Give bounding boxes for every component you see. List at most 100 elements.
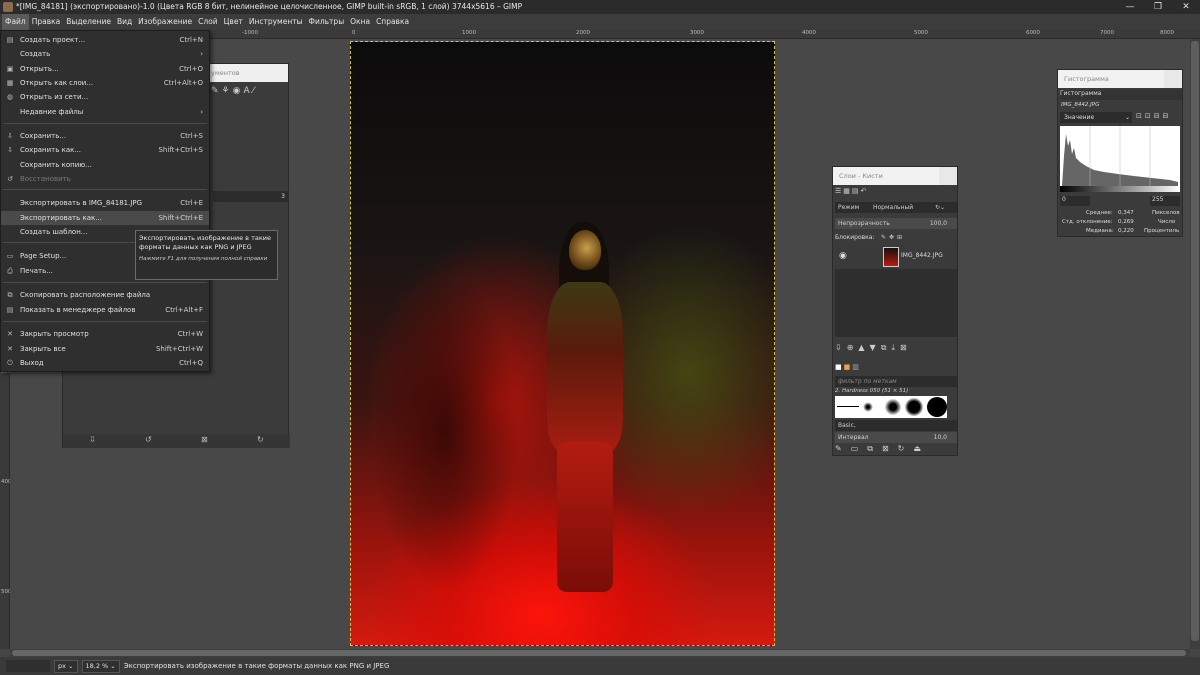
photo-figure-legs: [557, 442, 613, 592]
status-message: Экспортировать изображение в такие форма…: [123, 662, 390, 670]
menu-item-copy-location[interactable]: ⧉ Скопировать расположение файла: [1, 288, 209, 302]
menu-item-create[interactable]: Создать ›: [1, 47, 209, 61]
menu-item-quit[interactable]: ⏻ Выход Ctrl+Q: [1, 356, 209, 370]
window-title: *[IMG_84181] (экспортировано)-1.0 (Цвета…: [16, 2, 523, 11]
brush-hard[interactable]: [927, 397, 947, 417]
save-icon: ⇩: [7, 132, 13, 140]
menu-item-open-location[interactable]: ◍ Открыть из сети...: [1, 90, 209, 104]
ruler-label: -1000: [242, 30, 258, 36]
stat-row: Стд. отклонение: 0,269 Число: [1062, 219, 1176, 225]
layer-thumbnail: [883, 247, 899, 267]
menu-item-export-to[interactable]: Экспортировать в IMG_84181.JPG Ctrl+E: [1, 196, 209, 210]
brush-name: 2. Hardness 050 (51 × 51): [835, 388, 909, 394]
tool-spin-field[interactable]: 3: [213, 191, 289, 202]
unit-select[interactable]: px ⌄: [54, 659, 78, 673]
menu-item-recent[interactable]: Недавние файлы ›: [1, 105, 209, 119]
vertical-scrollbar[interactable]: [1190, 39, 1200, 649]
brush-soft[interactable]: [863, 402, 873, 412]
scroll-thumb[interactable]: [12, 650, 1186, 656]
zoom-select[interactable]: 18,2 % ⌄: [81, 659, 120, 673]
menu-filters[interactable]: Фильтры: [306, 14, 348, 30]
menu-select[interactable]: Выделение: [63, 14, 114, 30]
histogram-channel-select[interactable]: Значение ⌄: [1060, 112, 1132, 123]
menu-edit[interactable]: Правка: [29, 14, 64, 30]
histogram-stats: Среднее: 0,347 Пикселов Стд. отклонение: 0,…: [1062, 209, 1182, 236]
menu-bar: Файл Правка Выделение Вид Изображение Сл…: [0, 14, 1200, 30]
histogram-gradient: [1060, 186, 1180, 192]
menu-colors[interactable]: Цвет: [221, 14, 246, 30]
menu-tools[interactable]: Инструменты: [246, 14, 306, 30]
layers-list[interactable]: ◉ IMG_8442.JPG: [835, 245, 957, 337]
revert-icon: ↺: [7, 175, 13, 183]
reset-icon[interactable]: ↻: [257, 435, 264, 444]
brush-line[interactable]: [837, 406, 859, 407]
minimize-button[interactable]: —: [1116, 0, 1144, 14]
save-preset-icon[interactable]: ⇩: [89, 435, 96, 444]
delete-icon[interactable]: ⊠: [201, 435, 208, 444]
file-menu: ▤ Создать проект... Ctrl+N Создать › ▣ Откры…: [0, 30, 210, 372]
horizontal-scrollbar[interactable]: [10, 649, 1190, 657]
menu-item-save-copy[interactable]: Сохранить копию...: [1, 158, 209, 172]
tool-icons-row[interactable]: ✎⚘◉A⁄: [211, 86, 289, 100]
close-window-button[interactable]: ✕: [1172, 0, 1200, 14]
brush-set-select[interactable]: Basic,: [835, 420, 957, 431]
maximize-button[interactable]: ❐: [1144, 0, 1172, 14]
layer-action-icons[interactable]: ⇩⊕▲▼⧉⤓⊠: [835, 343, 957, 355]
histogram-min-field[interactable]: 0: [1060, 196, 1090, 206]
brush-grid[interactable]: [835, 396, 947, 418]
dock-tab-icons[interactable]: ☰▦▤↶: [835, 187, 957, 198]
layers-brushes-dock: Слои - Кисти ☰▦▤↶ Режим Нормальный ↻⌄ Непр…: [832, 166, 958, 456]
lock-icons[interactable]: ✎✥⊞: [881, 232, 905, 243]
ruler-label: 5000: [914, 30, 928, 36]
menu-image[interactable]: Изображение: [135, 14, 195, 30]
histogram-dock-title[interactable]: Гистограмма: [1058, 70, 1182, 88]
restore-icon[interactable]: ↺: [145, 435, 152, 444]
mode-switch-icon[interactable]: ↻⌄: [935, 202, 945, 213]
layer-row[interactable]: ◉ IMG_8442.JPG: [835, 245, 957, 269]
histogram-mode-icons[interactable]: ⊡⊡⊟⊟: [1136, 112, 1182, 123]
layer-mode-select[interactable]: Режим Нормальный ↻⌄: [835, 202, 957, 213]
opacity-field[interactable]: Непрозрачность 100,0: [835, 218, 957, 229]
menu-item-open[interactable]: ▣ Открыть... Ctrl+O: [1, 62, 209, 76]
menu-windows[interactable]: Окна: [347, 14, 373, 30]
layer-name: IMG_8442.JPG: [901, 252, 943, 259]
scroll-thumb[interactable]: [1191, 41, 1199, 641]
ruler-label: 1000: [462, 30, 476, 36]
menu-view[interactable]: Вид: [114, 14, 135, 30]
menu-help[interactable]: Справка: [373, 14, 412, 30]
stat-row: Среднее: 0,347 Пикселов: [1086, 210, 1180, 216]
brush-color-icons[interactable]: ■■▥: [835, 363, 895, 373]
eye-icon[interactable]: ◉: [839, 251, 847, 261]
menu-layer[interactable]: Слой: [195, 14, 221, 30]
copy-icon: ⧉: [7, 291, 13, 299]
menu-separator: [3, 282, 207, 283]
brush-hardness[interactable]: [905, 398, 923, 416]
histogram-image-name: IMG_8442.JPG: [1061, 102, 1100, 108]
histogram-max-field[interactable]: 255: [1150, 196, 1180, 206]
export-tooltip: Экспортировать изображение в такие форма…: [135, 230, 278, 280]
histogram-curve: [1062, 126, 1178, 186]
brush-action-icons[interactable]: ✎▭⧉⊠↻⏏: [835, 444, 957, 455]
menu-item-show-in-file-manager[interactable]: ▤ Показать в менеджере файлов Ctrl+Alt+F: [1, 303, 209, 317]
menu-item-close-all[interactable]: ✕ Закрыть все Shift+Ctrl+W: [1, 342, 209, 356]
brush-fuzzy[interactable]: [885, 399, 901, 415]
ruler-label: 2000: [576, 30, 590, 36]
menu-item-save[interactable]: ⇩ Сохранить... Ctrl+S: [1, 129, 209, 143]
dock-close-button[interactable]: [939, 167, 957, 185]
dock-close-button[interactable]: [1164, 70, 1182, 88]
brush-tag-filter[interactable]: фильтр по меткам: [835, 376, 957, 387]
menu-item-export-as[interactable]: Экспортировать как... Shift+Ctrl+E: [1, 211, 209, 225]
menu-item-open-as-layers[interactable]: ▦ Открыть как слои... Ctrl+Alt+O: [1, 76, 209, 90]
ruler-label: 7000: [1100, 30, 1114, 36]
image-canvas[interactable]: [350, 41, 775, 646]
spacing-field[interactable]: Интервал 10,0: [835, 432, 957, 443]
print-icon: ⎙: [7, 267, 13, 275]
layers-dock-title[interactable]: Слои - Кисти: [833, 167, 957, 185]
menu-item-new[interactable]: ▤ Создать проект... Ctrl+N: [1, 33, 209, 47]
menu-item-close-view[interactable]: ✕ Закрыть просмотр Ctrl+W: [1, 327, 209, 341]
menu-file[interactable]: Файл: [2, 14, 29, 30]
menu-item-save-as[interactable]: ⇩ Сохранить как... Shift+Ctrl+S: [1, 143, 209, 157]
tooltip-hint: Нажмите F1 для получения полной справки: [139, 256, 268, 262]
status-bar: px ⌄ 18,2 % ⌄ Экспортировать изображение…: [0, 657, 1200, 675]
histogram-graph[interactable]: [1060, 126, 1180, 186]
